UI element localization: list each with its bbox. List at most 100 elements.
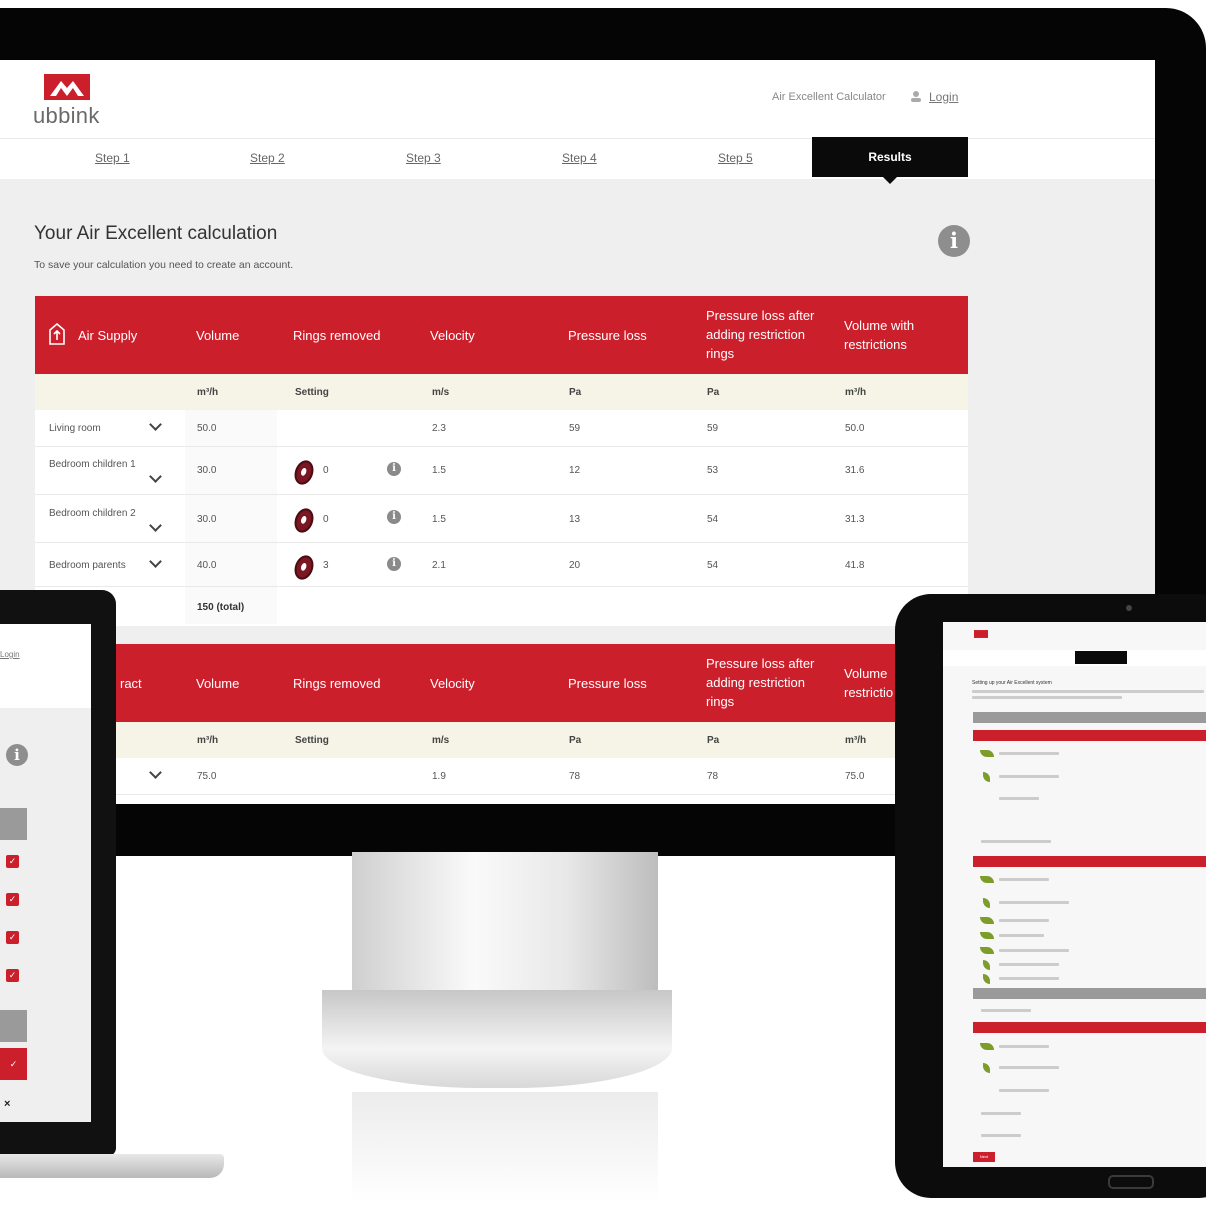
checkbox[interactable]: ✓ <box>6 931 19 944</box>
chevron-down-icon[interactable] <box>149 555 162 568</box>
room-select-living-room[interactable]: Living room <box>49 423 101 434</box>
chevron-down-icon[interactable] <box>149 418 162 431</box>
room-select-bedroom-children-1[interactable]: Bedroom children 1 <box>49 459 136 470</box>
login-link[interactable]: Login <box>929 90 958 104</box>
cell-volume: 40.0 <box>197 560 217 571</box>
total-volume: 150 (total) <box>197 602 245 613</box>
checkbox[interactable]: ✓ <box>6 855 19 868</box>
tablet-text-line <box>999 919 1049 922</box>
chevron-down-icon[interactable] <box>149 766 162 779</box>
cell-pressure-loss: 20 <box>569 560 581 571</box>
cell-pressure-loss: 12 <box>569 465 581 476</box>
tablet-text-line <box>981 1112 1021 1115</box>
cell-rings-setting[interactable]: 0 <box>323 465 329 476</box>
tablet-text-line <box>981 1134 1021 1137</box>
tablet-text-line <box>999 775 1059 778</box>
cell-rings-setting[interactable]: 3 <box>323 560 329 571</box>
tablet-room-bar[interactable] <box>973 856 1206 867</box>
col-velocity: Velocity <box>430 328 475 343</box>
info-icon[interactable]: i <box>6 744 28 766</box>
tab-step-2[interactable]: Step 2 <box>250 151 285 165</box>
checkbox[interactable]: ✓ <box>6 969 19 982</box>
tab-results[interactable]: Results <box>812 137 968 177</box>
air-supply-table-header: Air Supply Volume Rings removed Velocity… <box>35 296 968 374</box>
col-volume-restrictions: Volume with restrictions <box>844 318 915 352</box>
col-pressure-loss-rings: Pressure loss after adding restriction r… <box>706 656 815 709</box>
air-extract-table: ract Volume Rings removed Velocity Press… <box>35 644 968 804</box>
restriction-ring-icon[interactable] <box>291 505 317 536</box>
user-icon <box>911 91 921 102</box>
room-select-bedroom-parents[interactable]: Bedroom parents <box>49 560 126 571</box>
tablet-text-line <box>999 977 1059 980</box>
page-subtitle: To save your calculation you need to cre… <box>34 259 294 271</box>
tablet-text-line <box>981 840 1051 843</box>
tab-step-4[interactable]: Step 4 <box>562 151 597 165</box>
tablet-text-line <box>999 1045 1049 1048</box>
cell-volume-restrictions: 50.0 <box>845 423 865 434</box>
info-icon[interactable]: i <box>387 510 401 524</box>
cell-pressure-loss-rings: 59 <box>707 423 719 434</box>
col-pressure-loss-rings: Pressure loss after adding restriction r… <box>706 308 815 361</box>
tablet-text-line <box>999 949 1069 952</box>
row-divider <box>35 494 968 495</box>
unit-volume-restrictions: m³/h <box>845 387 867 398</box>
unit-velocity: m/s <box>432 387 450 398</box>
info-icon[interactable]: i <box>938 225 970 257</box>
info-icon[interactable]: i <box>387 557 401 571</box>
cell-pressure-loss-rings: 54 <box>707 514 719 525</box>
header-calculator-link[interactable]: Air Excellent Calculator <box>772 91 886 103</box>
product-icon <box>983 898 990 908</box>
unit-volume: m³/h <box>197 387 219 398</box>
cell-volume: 75.0 <box>197 771 217 782</box>
unit-velocity: m/s <box>432 735 450 746</box>
cell-rings-setting[interactable]: 0 <box>323 514 329 525</box>
tablet-room-bar[interactable] <box>973 730 1206 741</box>
product-icon <box>980 876 994 883</box>
info-icon[interactable]: i <box>387 462 401 476</box>
col-air-supply: Air Supply <box>78 328 138 343</box>
air-supply-table: Air Supply Volume Rings removed Velocity… <box>35 296 968 626</box>
tablet-text-line <box>999 1089 1049 1092</box>
close-icon[interactable]: × <box>4 1098 10 1110</box>
restriction-ring-icon[interactable] <box>291 457 317 488</box>
tablet-next-button[interactable]: Next <box>973 1152 995 1162</box>
chevron-down-icon[interactable] <box>149 470 162 483</box>
cell-pressure-loss-rings: 78 <box>707 771 719 782</box>
cell-pressure-loss-rings: 53 <box>707 465 719 476</box>
room-select-bedroom-children-2[interactable]: Bedroom children 2 <box>49 508 136 519</box>
cell-velocity: 2.3 <box>432 423 446 434</box>
tablet-active-step[interactable] <box>1075 651 1127 664</box>
row-divider <box>35 794 968 795</box>
row-divider <box>35 586 968 587</box>
tab-step-1[interactable]: Step 1 <box>95 151 130 165</box>
checkbox[interactable]: ✓ <box>6 893 19 906</box>
product-icon <box>980 932 994 939</box>
air-supply-icon <box>49 323 65 345</box>
chevron-down-icon[interactable] <box>149 519 162 532</box>
tablet-text-line <box>999 963 1059 966</box>
units-row <box>35 722 968 758</box>
tablet-text-line <box>999 752 1059 755</box>
monitor-stand-base <box>322 990 672 1088</box>
tablet-screen: Setting up your Air Excellent system Nex… <box>943 622 1206 1167</box>
checkbox[interactable]: ✓ <box>0 1048 27 1080</box>
unit-pressure-loss-rings: Pa <box>707 387 720 398</box>
product-icon <box>980 1043 994 1050</box>
tab-step-3[interactable]: Step 3 <box>406 151 441 165</box>
tablet-text-line <box>999 1066 1059 1069</box>
product-icon <box>983 772 990 782</box>
tablet-room-bar[interactable] <box>973 1022 1206 1033</box>
col-pressure-loss: Pressure loss <box>568 676 647 691</box>
laptop-section-bar <box>0 808 27 840</box>
units-row <box>35 374 968 410</box>
tablet-home-button[interactable] <box>1108 1175 1154 1189</box>
row-divider <box>35 542 968 543</box>
unit-setting: Setting <box>295 735 329 746</box>
cell-pressure-loss: 13 <box>569 514 581 525</box>
restriction-ring-icon[interactable] <box>291 552 317 583</box>
cell-volume-restrictions: 31.6 <box>845 465 865 476</box>
product-icon <box>983 1063 990 1073</box>
laptop-login-link[interactable]: Login <box>0 650 20 659</box>
unit-volume: m³/h <box>197 735 219 746</box>
tab-step-5[interactable]: Step 5 <box>718 151 753 165</box>
